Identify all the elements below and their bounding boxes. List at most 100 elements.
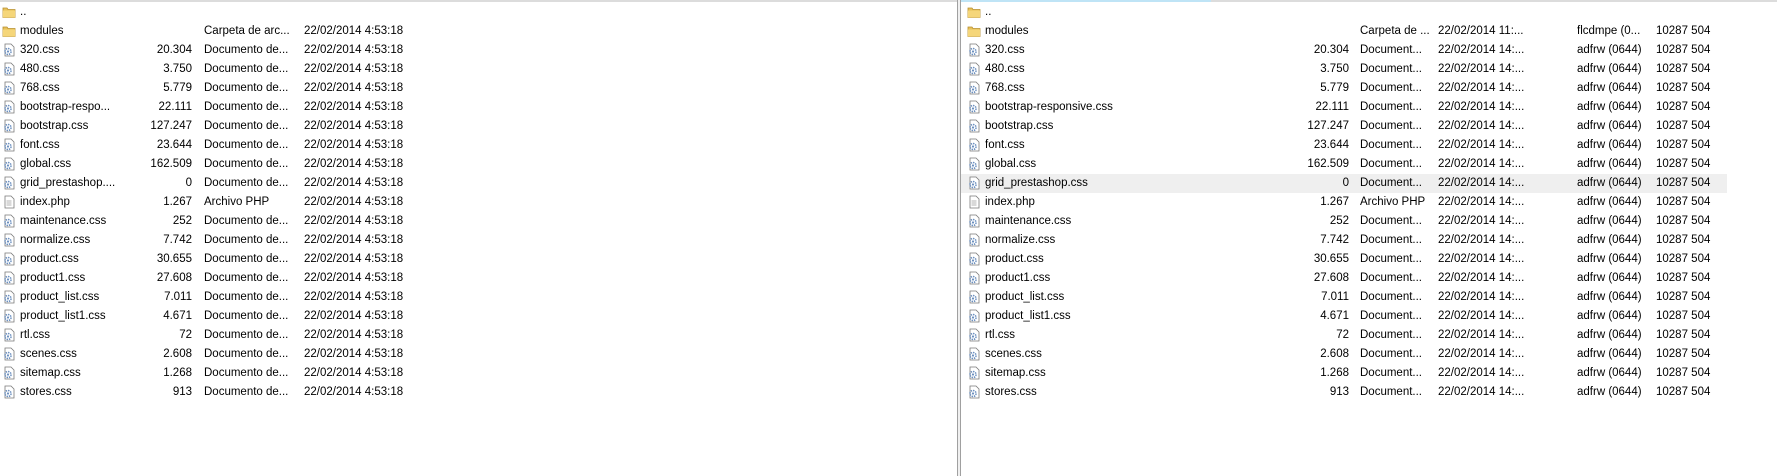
- file-row[interactable]: global.css 162.509 Documento de... 22/02/20…: [0, 155, 957, 174]
- file-type: Document...: [1360, 177, 1422, 189]
- file-row[interactable]: product1.css 27.608 Document... 22/02/2014 …: [961, 269, 1777, 288]
- file-row[interactable]: sitemap.css 1.268 Document... 22/02/2014 14…: [961, 364, 1777, 383]
- file-date: 22/02/2014 4:53:18: [304, 158, 404, 170]
- file-row[interactable]: font.css 23.644 Documento de... 22/02/2014 …: [0, 136, 957, 155]
- file-size: 3.750: [163, 63, 192, 75]
- file-row[interactable]: bootstrap.css 127.247 Document... 22/02/201…: [961, 117, 1777, 136]
- css-file-icon: [967, 309, 981, 323]
- file-perm: adfrw (0644): [1577, 386, 1642, 398]
- file-size: 5.779: [163, 82, 192, 94]
- file-row-icon-cell: [967, 98, 983, 117]
- file-row-icon-cell: [2, 250, 18, 269]
- file-row-icon-cell: [967, 231, 983, 250]
- file-row[interactable]: product_list1.css 4.671 Documento de... 22/…: [0, 307, 957, 326]
- file-row[interactable]: maintenance.css 252 Document... 22/02/2014 …: [961, 212, 1777, 231]
- file-row-icon-cell: [2, 60, 18, 79]
- file-row-icon-cell: [2, 231, 18, 250]
- file-name: product_list1.css: [985, 310, 1071, 322]
- file-row[interactable]: 480.css 3.750 Document... 22/02/2014 14:...…: [961, 60, 1777, 79]
- file-type: Document...: [1360, 44, 1422, 56]
- file-row-icon-cell: [2, 212, 18, 231]
- file-name: product.css: [985, 253, 1044, 265]
- file-name: 768.css: [20, 82, 60, 94]
- file-row[interactable]: rtl.css 72 Documento de... 22/02/2014 4:53:…: [0, 326, 957, 345]
- file-name: scenes.css: [985, 348, 1042, 360]
- file-row[interactable]: index.php 1.267 Archivo PHP 22/02/2014 14:.…: [961, 193, 1777, 212]
- file-name: maintenance.css: [985, 215, 1072, 227]
- file-row[interactable]: ..: [961, 3, 1777, 22]
- file-row[interactable]: product.css 30.655 Document... 22/02/2014 1…: [961, 250, 1777, 269]
- file-row[interactable]: bootstrap-respo... 22.111 Documento de... 2…: [0, 98, 957, 117]
- file-row[interactable]: ..: [0, 3, 957, 22]
- file-row[interactable]: scenes.css 2.608 Documento de... 22/02/2014…: [0, 345, 957, 364]
- file-row-icon-cell: [2, 155, 18, 174]
- file-perm: adfrw (0644): [1577, 253, 1642, 265]
- file-row-icon-cell: [2, 3, 18, 22]
- file-row[interactable]: 320.css 20.304 Document... 22/02/2014 14:..…: [961, 41, 1777, 60]
- file-row[interactable]: product_list1.css 4.671 Document... 22/02/2…: [961, 307, 1777, 326]
- file-type: Document...: [1360, 291, 1422, 303]
- file-row-icon-cell: [967, 288, 983, 307]
- file-date: 22/02/2014 4:53:18: [304, 25, 404, 37]
- file-row[interactable]: stores.css 913 Documento de... 22/02/2014 4…: [0, 383, 957, 402]
- file-size: 4.671: [163, 310, 192, 322]
- file-row[interactable]: 768.css 5.779 Document... 22/02/2014 14:...…: [961, 79, 1777, 98]
- file-row[interactable]: 320.css 20.304 Documento de... 22/02/2014 4…: [0, 41, 957, 60]
- file-row[interactable]: scenes.css 2.608 Document... 22/02/2014 14:…: [961, 345, 1777, 364]
- file-size: 7.742: [1320, 234, 1349, 246]
- css-file-icon: [967, 214, 981, 228]
- file-row-icon-cell: [967, 22, 983, 41]
- file-row-icon-cell: [967, 307, 983, 326]
- file-row[interactable]: font.css 23.644 Document... 22/02/2014 14:.…: [961, 136, 1777, 155]
- file-type: Documento de...: [204, 348, 289, 360]
- folder-icon: [967, 24, 981, 38]
- file-type: Documento de...: [204, 215, 289, 227]
- file-name: bootstrap.css: [985, 120, 1054, 132]
- file-row[interactable]: product_list.css 7.011 Document... 22/02/20…: [961, 288, 1777, 307]
- file-type: Carpeta de arc...: [204, 25, 290, 37]
- file-row-icon-cell: [2, 79, 18, 98]
- file-row-icon-cell: [967, 193, 983, 212]
- file-row[interactable]: modules Carpeta de arc... 22/02/2014 4:53:…: [0, 22, 957, 41]
- css-file-icon: [967, 366, 981, 380]
- file-size: [1227, 22, 1349, 41]
- file-row[interactable]: product.css 30.655 Documento de... 22/02/20…: [0, 250, 957, 269]
- file-row[interactable]: global.css 162.509 Document... 22/02/2014 1…: [961, 155, 1777, 174]
- file-date: 22/02/2014 4:53:18: [304, 101, 404, 113]
- file-size: 1.268: [1320, 367, 1349, 379]
- file-size: 4.671: [1320, 310, 1349, 322]
- file-row[interactable]: sitemap.css 1.268 Documento de... 22/02/201…: [0, 364, 957, 383]
- file-row[interactable]: bootstrap-responsive.css 22.111 Document..…: [961, 98, 1777, 117]
- file-owner: 10287 504: [1656, 63, 1711, 75]
- file-row[interactable]: normalize.css 7.742 Document... 22/02/2014 …: [961, 231, 1777, 250]
- file-row[interactable]: index.php 1.267 Archivo PHP 22/02/2014 4:53…: [0, 193, 957, 212]
- file-row[interactable]: grid_prestashop.css 0 Document... 22/02/201…: [961, 174, 1727, 193]
- file-type: Carpeta de ...: [1360, 25, 1430, 37]
- file-date: 22/02/2014 4:53:18: [304, 348, 404, 360]
- php-file-icon: [967, 195, 981, 209]
- file-type: Document...: [1360, 82, 1422, 94]
- file-row[interactable]: rtl.css 72 Document... 22/02/2014 14:... adf…: [961, 326, 1777, 345]
- css-file-icon: [967, 176, 981, 190]
- file-type: Document...: [1360, 101, 1422, 113]
- file-row[interactable]: product1.css 27.608 Documento de... 22/02/2…: [0, 269, 957, 288]
- css-file-icon: [2, 252, 16, 266]
- file-row[interactable]: product_list.css 7.011 Documento de... 22/0…: [0, 288, 957, 307]
- file-row[interactable]: stores.css 913 Document... 22/02/2014 14:..…: [961, 383, 1777, 402]
- file-row[interactable]: 480.css 3.750 Documento de... 22/02/2014 4:…: [0, 60, 957, 79]
- file-row[interactable]: bootstrap.css 127.247 Documento de... 22/02…: [0, 117, 957, 136]
- file-row[interactable]: grid_prestashop.... 0 Documento de... 22/02…: [0, 174, 957, 193]
- file-row[interactable]: maintenance.css 252 Documento de... 22/02/2…: [0, 212, 957, 231]
- file-row-icon-cell: [2, 383, 18, 402]
- file-size: 162.509: [1307, 158, 1349, 170]
- file-row[interactable]: 768.css 5.779 Documento de... 22/02/2014 4:…: [0, 79, 957, 98]
- file-row[interactable]: modules Carpeta de ... 22/02/2014 11:... fl…: [961, 22, 1777, 41]
- file-row[interactable]: normalize.css 7.742 Documento de... 22/02/2…: [0, 231, 957, 250]
- local-file-list[interactable]: .. modules Carpeta de arc... 22/02/2014 4:5…: [0, 0, 957, 476]
- file-date: 22/02/2014 14:...: [1438, 291, 1525, 303]
- file-owner: 10287 504: [1656, 329, 1711, 341]
- css-file-icon: [967, 157, 981, 171]
- remote-file-list[interactable]: .. modules Carpeta de ... 22/02/2014 11:...…: [961, 0, 1777, 476]
- file-type: Documento de...: [204, 82, 289, 94]
- file-type: Document...: [1360, 215, 1422, 227]
